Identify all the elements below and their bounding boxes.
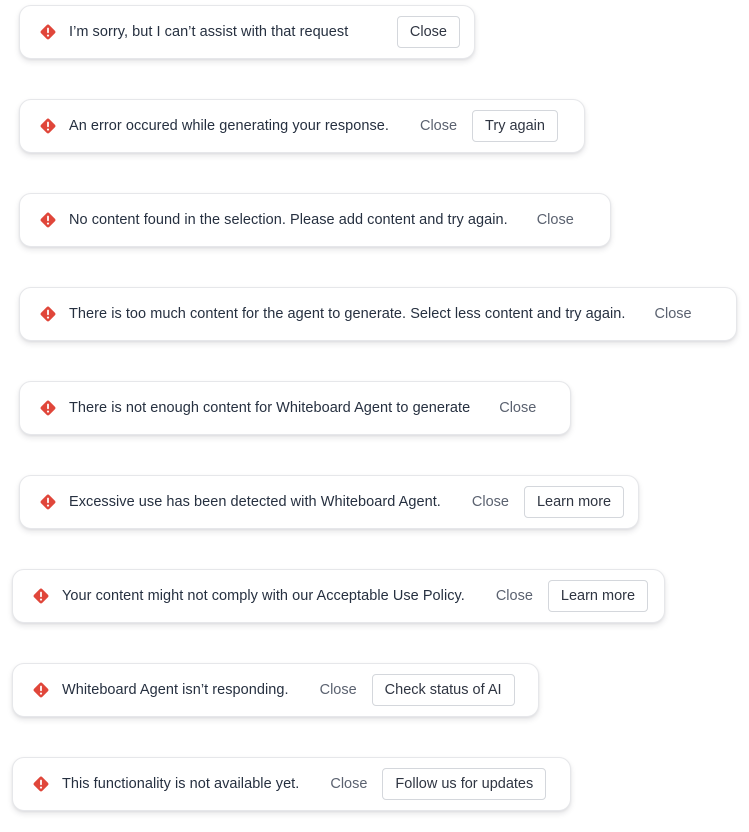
error-toast-generation-error: An error occured while generating your r… xyxy=(19,99,585,153)
error-toast-cannot-assist: I’m sorry, but I can’t assist with that … xyxy=(19,5,475,59)
toast-message: Excessive use has been detected with Whi… xyxy=(69,494,441,510)
learn-more-button[interactable]: Learn more xyxy=(547,580,649,612)
error-toast-acceptable-use: Your content might not comply with our A… xyxy=(12,569,665,623)
close-link[interactable]: Close xyxy=(463,488,518,516)
close-link[interactable]: Close xyxy=(321,770,376,798)
close-link[interactable]: Close xyxy=(311,676,366,704)
follow-updates-button[interactable]: Follow us for updates xyxy=(382,768,547,800)
toast-message: An error occured while generating your r… xyxy=(69,118,389,134)
toast-message: This functionality is not available yet. xyxy=(62,776,300,792)
check-status-button[interactable]: Check status of AI xyxy=(371,674,515,706)
toast-message: No content found in the selection. Pleas… xyxy=(69,212,508,228)
close-link[interactable]: Close xyxy=(487,582,542,610)
error-diamond-icon xyxy=(38,116,58,136)
error-diamond-icon xyxy=(38,304,58,324)
close-link[interactable]: Close xyxy=(528,206,583,234)
error-diamond-icon xyxy=(31,774,51,794)
close-link[interactable]: Close xyxy=(646,300,701,328)
toast-message: Your content might not comply with our A… xyxy=(62,588,465,604)
toast-message: There is too much content for the agent … xyxy=(69,306,626,322)
learn-more-button[interactable]: Learn more xyxy=(523,486,625,518)
error-toast-not-enough-content: There is not enough content for Whiteboa… xyxy=(19,381,571,435)
error-diamond-icon xyxy=(31,586,51,606)
toast-message: I’m sorry, but I can’t assist with that … xyxy=(69,24,349,40)
toast-message: There is not enough content for Whiteboa… xyxy=(69,400,471,416)
toast-message: Whiteboard Agent isn’t responding. xyxy=(62,682,289,698)
error-toast-excessive-use: Excessive use has been detected with Whi… xyxy=(19,475,639,529)
error-diamond-icon xyxy=(38,492,58,512)
error-toast-not-available: This functionality is not available yet.… xyxy=(12,757,571,811)
close-button[interactable]: Close xyxy=(396,16,460,48)
error-diamond-icon xyxy=(38,22,58,42)
error-diamond-icon xyxy=(38,210,58,230)
error-toast-too-much-content: There is too much content for the agent … xyxy=(19,287,737,341)
close-link[interactable]: Close xyxy=(490,394,545,422)
close-link[interactable]: Close xyxy=(411,112,466,140)
error-diamond-icon xyxy=(38,398,58,418)
error-diamond-icon xyxy=(31,680,51,700)
error-toast-not-responding: Whiteboard Agent isn’t responding. Close… xyxy=(12,663,539,717)
error-toast-no-content: No content found in the selection. Pleas… xyxy=(19,193,611,247)
try-again-button[interactable]: Try again xyxy=(472,110,558,142)
